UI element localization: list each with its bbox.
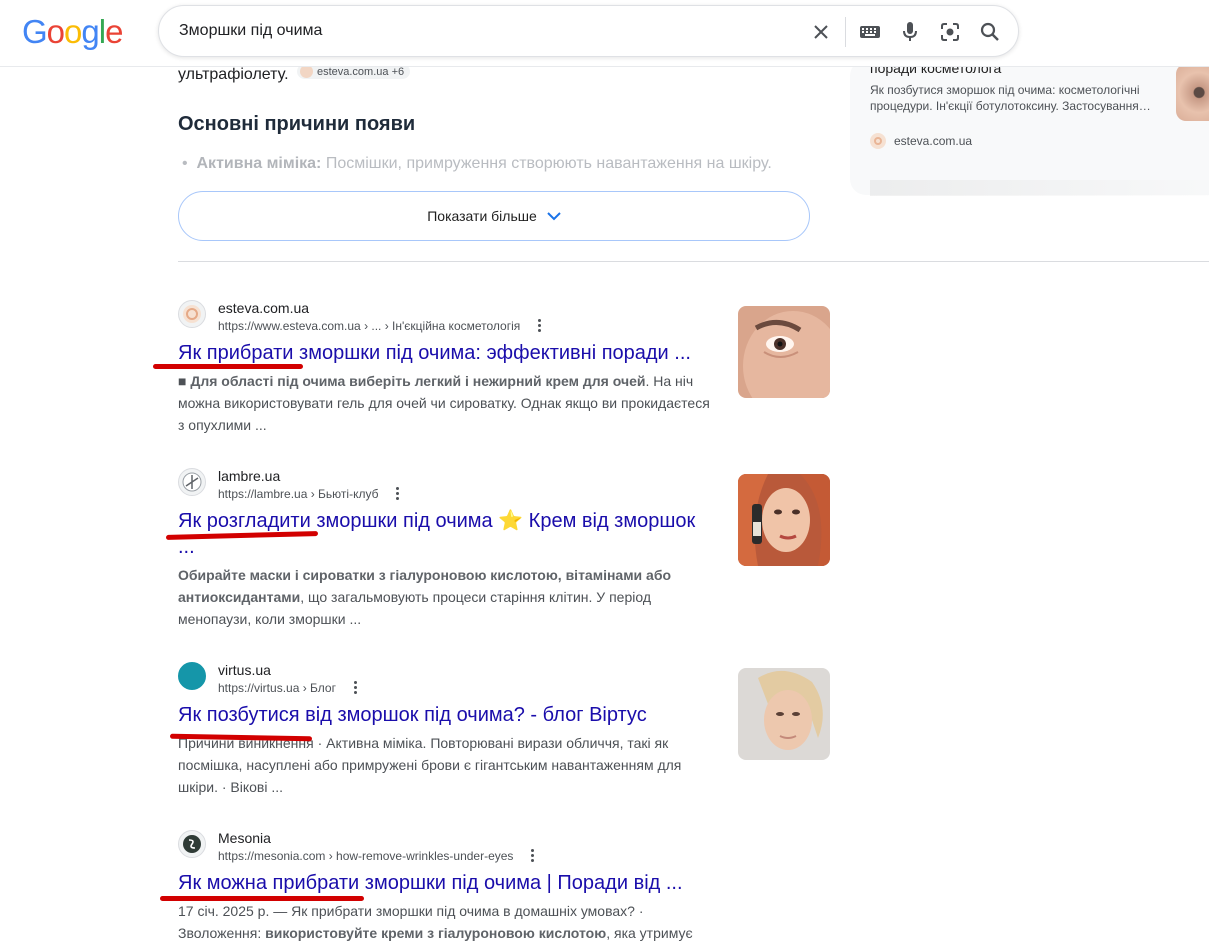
site-url-text: https://mesonia.com › how-remove-wrinkle… <box>218 849 514 863</box>
logo-letter: g <box>81 13 99 50</box>
show-more-button[interactable]: Показати більше <box>178 191 810 241</box>
more-options-icon[interactable] <box>538 319 542 333</box>
result-header[interactable]: esteva.com.ua https://www.esteva.com.ua … <box>178 300 718 340</box>
result-title-link[interactable]: Як позбутися від зморшок під очима? - бл… <box>178 702 718 728</box>
site-url-text: https://lambre.ua › Бьюті-клуб <box>218 487 379 501</box>
side-card-thumbnail[interactable] <box>1176 64 1209 121</box>
snippet-prefix: ■ <box>178 373 191 389</box>
bullet-text: Посмішки, примруження створюють навантаж… <box>321 155 772 172</box>
search-input[interactable] <box>179 18 799 44</box>
logo-letter: e <box>105 13 123 50</box>
result-header[interactable]: Mesonia https://mesonia.com › how-remove… <box>178 830 718 870</box>
lens-icon[interactable] <box>937 19 963 45</box>
divider <box>178 261 1209 262</box>
result-header[interactable]: virtus.ua https://virtus.ua › Блог <box>178 662 718 702</box>
overview-text: ультрафіолету. esteva.com.ua +6 <box>178 64 411 84</box>
section-heading: Основні причини появи <box>178 113 416 135</box>
result-snippet: Причини виникнення · Активна міміка. Пов… <box>178 732 718 798</box>
result-thumbnail[interactable] <box>738 474 830 566</box>
site-url-text: https://virtus.ua › Блог <box>218 681 336 695</box>
microphone-icon[interactable] <box>897 19 923 45</box>
result-snippet: 17 січ. 2025 р. — Як прибрати зморшки пі… <box>178 900 718 941</box>
snippet-bold: використовуйте креми з гіалуроновою кисл… <box>265 925 607 941</box>
result-thumbnail[interactable] <box>738 668 830 760</box>
clear-icon[interactable] <box>808 19 834 45</box>
chevron-down-icon <box>547 212 561 221</box>
result-title-text: Як розгладити зморшки під очима ⭐ Крем в… <box>178 510 696 532</box>
logo-letter: o <box>46 13 65 50</box>
google-logo[interactable]: Google <box>22 13 123 51</box>
esteva-favicon <box>178 300 206 328</box>
result-title-link[interactable]: Як прибрати зморшки під очима: эффективн… <box>178 340 718 366</box>
site-name: lambre.ua <box>218 468 281 484</box>
snippet-bold: Для області під очима виберіть легкий і … <box>190 373 646 389</box>
site-url: https://lambre.ua › Бьюті-клуб <box>218 487 400 501</box>
show-more-label: Показати більше <box>427 208 537 224</box>
side-card-snippet: Як позбутися зморшок під очима: косметол… <box>870 83 1151 113</box>
site-url-text: https://www.esteva.com.ua › ... › Ін'єкц… <box>218 319 521 333</box>
search-icon[interactable] <box>977 19 1003 45</box>
faded-bullet: • Активна міміка: Посмішки, примруження … <box>182 155 772 173</box>
chip-label: esteva.com.ua <box>316 65 389 78</box>
red-underline <box>160 896 364 901</box>
search-divider <box>845 17 846 47</box>
side-card[interactable] <box>850 60 1209 195</box>
esteva-favicon <box>870 133 886 149</box>
result-snippet: ■ Для області під очима виберіть легкий … <box>178 370 718 436</box>
faded-next-card <box>870 180 1209 196</box>
search-result: lambre.ua https://lambre.ua › Бьюті-клуб… <box>178 468 718 630</box>
virtus-favicon <box>178 662 206 690</box>
more-options-icon[interactable] <box>396 487 400 501</box>
result-thumbnail[interactable] <box>738 306 830 398</box>
result-title-link[interactable]: Як можна прибрати зморшки під очима | По… <box>178 870 718 896</box>
site-name: virtus.ua <box>218 662 271 678</box>
search-box <box>158 5 1019 57</box>
bullet-dot: • <box>182 155 188 172</box>
bullet-bold: Активна міміка: <box>196 155 322 172</box>
logo-letter: o <box>64 13 82 50</box>
site-url: https://www.esteva.com.ua › ... › Ін'єкц… <box>218 319 542 333</box>
mesonia-favicon <box>178 830 206 858</box>
chip-count: +6 <box>391 65 405 78</box>
overview-sentence-end: ультрафіолету. <box>178 66 289 83</box>
result-snippet: Обирайте маски і сироватки з гіалуроново… <box>178 564 718 630</box>
red-underline <box>153 364 303 369</box>
more-options-icon[interactable] <box>353 681 358 695</box>
site-name: esteva.com.ua <box>218 300 310 316</box>
header: Google <box>0 0 1209 67</box>
site-url: https://mesonia.com › how-remove-wrinkle… <box>218 849 535 863</box>
keyboard-icon[interactable] <box>857 19 883 45</box>
search-result: virtus.ua https://virtus.ua › Блог Як по… <box>178 662 718 798</box>
site-url: https://virtus.ua › Блог <box>218 681 358 695</box>
site-name: Mesonia <box>218 830 271 846</box>
more-options-icon[interactable] <box>531 849 535 863</box>
search-result: Mesonia https://mesonia.com › how-remove… <box>178 830 718 941</box>
lambre-favicon <box>178 468 206 496</box>
side-card-source-label: esteva.com.ua <box>894 134 973 148</box>
side-card-source[interactable]: esteva.com.ua <box>870 133 972 149</box>
result-header[interactable]: lambre.ua https://lambre.ua › Бьюті-клуб <box>178 468 718 508</box>
logo-letter: G <box>22 13 48 50</box>
